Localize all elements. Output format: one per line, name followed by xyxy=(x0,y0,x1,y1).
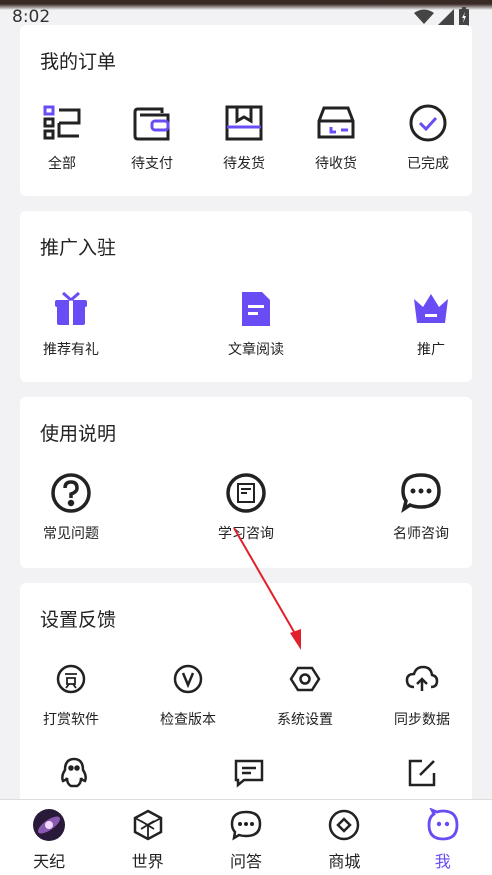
order-completed[interactable]: 已完成 xyxy=(383,101,473,173)
promo-referral[interactable]: 推荐有礼 xyxy=(26,287,116,359)
cloud-sync-icon xyxy=(400,657,444,701)
promo-card: 推广入驻 推荐有礼 文章阅读 推广 xyxy=(20,211,472,382)
settings-edit[interactable] xyxy=(377,751,467,795)
usage-title: 使用说明 xyxy=(40,423,117,445)
tab-me-label: 我 xyxy=(434,852,451,871)
shop-icon xyxy=(327,808,361,842)
settings-feedback[interactable] xyxy=(204,751,294,795)
check-circle-icon xyxy=(406,101,450,145)
usage-teacher-consult-label: 名师咨询 xyxy=(393,526,449,542)
hexagon-settings-icon xyxy=(283,657,327,701)
settings-system-label: 系统设置 xyxy=(277,712,333,728)
tab-world-label: 世界 xyxy=(131,852,164,871)
system-indicators xyxy=(414,7,470,27)
order-to-receive-label: 待收货 xyxy=(315,156,357,172)
galaxy-avatar-icon xyxy=(32,808,66,842)
usage-faq-label: 常见问题 xyxy=(43,526,99,542)
order-to-receive[interactable]: 待收货 xyxy=(291,101,381,173)
tab-shop[interactable]: 商城 xyxy=(295,800,393,872)
study-consult-icon xyxy=(224,471,268,515)
order-completed-label: 已完成 xyxy=(407,156,449,172)
me-face-icon xyxy=(426,808,460,842)
version-icon xyxy=(166,657,210,701)
orders-title: 我的订单 xyxy=(40,51,117,73)
gift-icon xyxy=(49,287,93,331)
wallet-icon xyxy=(130,101,174,145)
list-icon xyxy=(40,101,84,145)
tab-tianji-label: 天纪 xyxy=(33,852,66,871)
orders-card: 我的订单 全部 待支付 待发货 待收货 已完成 xyxy=(20,25,472,196)
promo-article[interactable]: 文章阅读 xyxy=(211,287,301,359)
signal-icon xyxy=(438,9,454,25)
tab-qa[interactable]: 问答 xyxy=(197,800,295,872)
usage-card: 使用说明 常见问题 学习咨询 名师咨询 xyxy=(20,397,472,568)
order-to-ship-label: 待发货 xyxy=(223,156,265,172)
usage-teacher-consult[interactable]: 名师咨询 xyxy=(376,471,466,543)
order-all-label: 全部 xyxy=(48,156,76,172)
edit-icon xyxy=(400,751,444,795)
settings-sync-data[interactable]: 同步数据 xyxy=(377,657,467,729)
settings-check-version-label: 检查版本 xyxy=(160,712,216,728)
order-to-ship[interactable]: 待发货 xyxy=(199,101,289,173)
order-pending-payment-label: 待支付 xyxy=(131,156,173,172)
order-all[interactable]: 全部 xyxy=(17,101,107,173)
bottom-tab-bar: 天纪 世界 问答 商城 我 xyxy=(0,799,492,875)
settings-system[interactable]: 系统设置 xyxy=(260,657,350,729)
order-pending-payment[interactable]: 待支付 xyxy=(107,101,197,173)
reward-icon xyxy=(49,657,93,701)
usage-faq[interactable]: 常见问题 xyxy=(26,471,116,543)
truck-box-icon xyxy=(314,101,358,145)
settings-reward[interactable]: 打赏软件 xyxy=(26,657,116,729)
settings-card: 设置反馈 打赏软件 检查版本 系统设置 同步数据 xyxy=(20,583,472,813)
settings-qq[interactable] xyxy=(29,751,119,795)
settings-check-version[interactable]: 检查版本 xyxy=(143,657,233,729)
tab-world[interactable]: 世界 xyxy=(99,800,197,872)
message-icon xyxy=(227,751,271,795)
tab-qa-label: 问答 xyxy=(229,852,262,871)
promo-promote-label: 推广 xyxy=(417,342,445,358)
chat-bubble-icon xyxy=(399,471,443,515)
settings-reward-label: 打赏软件 xyxy=(43,712,99,728)
promo-promote[interactable]: 推广 xyxy=(386,287,476,359)
wifi-icon xyxy=(414,9,434,24)
settings-sync-data-label: 同步数据 xyxy=(394,712,450,728)
tab-me[interactable]: 我 xyxy=(394,800,492,872)
chat-dots-icon xyxy=(229,808,263,842)
status-time: 8:02 xyxy=(12,7,51,27)
usage-study-consult[interactable]: 学习咨询 xyxy=(201,471,291,543)
promo-referral-label: 推荐有礼 xyxy=(43,342,99,358)
crown-icon xyxy=(409,287,453,331)
cube-icon xyxy=(131,808,165,842)
settings-title: 设置反馈 xyxy=(40,609,117,631)
package-icon xyxy=(222,101,266,145)
document-icon xyxy=(234,287,278,331)
promo-article-label: 文章阅读 xyxy=(228,342,284,358)
battery-icon xyxy=(459,7,469,26)
tab-tianji[interactable]: 天纪 xyxy=(0,800,98,872)
tab-shop-label: 商城 xyxy=(328,852,361,871)
qq-penguin-icon xyxy=(52,751,96,795)
question-circle-icon xyxy=(49,471,93,515)
usage-study-consult-label: 学习咨询 xyxy=(218,526,274,542)
promo-title: 推广入驻 xyxy=(40,237,117,259)
